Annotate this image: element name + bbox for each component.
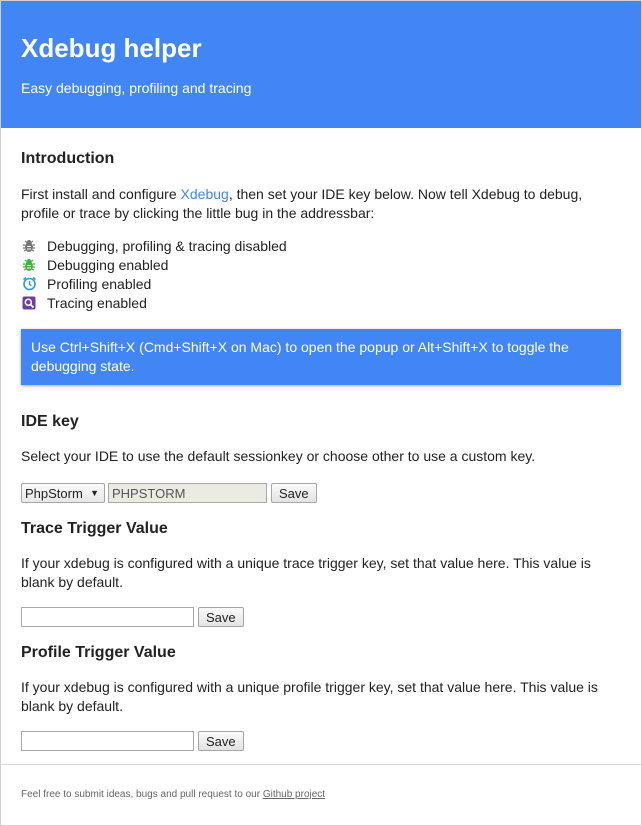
ide-key-description: Select your IDE to use the default sessi… — [21, 448, 536, 464]
footer: Feel free to submit ideas, bugs and pull… — [1, 764, 641, 800]
status-label: Debugging, profiling & tracing disabled — [47, 237, 287, 254]
profile-trigger-input[interactable] — [21, 731, 194, 751]
header: Xdebug helper Easy debugging, profiling … — [1, 1, 641, 128]
shortcut-notice: Use Ctrl+Shift+X (Cmd+Shift+X on Mac) to… — [21, 329, 621, 385]
magnifier-icon — [21, 295, 37, 311]
trace-trigger-row: Save — [21, 607, 621, 627]
intro-paragraph: First install and configure Xdebug, then… — [21, 185, 621, 223]
ide-select-value: PhpStorm — [25, 485, 83, 501]
status-label: Tracing enabled — [47, 294, 147, 311]
profile-trigger-save-button[interactable]: Save — [198, 731, 244, 751]
ide-key-save-button[interactable]: Save — [271, 483, 317, 503]
trace-trigger-description: If your xdebug is configured with a uniq… — [21, 555, 591, 590]
ide-key-heading: IDE key — [21, 413, 79, 430]
ide-select[interactable]: PhpStorm ▼ — [21, 483, 105, 503]
intro-heading: Introduction — [21, 150, 115, 167]
profile-trigger-description: If your xdebug is configured with a uniq… — [21, 679, 598, 714]
status-item-profiling: Profiling enabled — [21, 274, 621, 293]
bug-disabled-icon — [21, 238, 37, 254]
bug-enabled-icon — [21, 257, 37, 273]
trace-trigger-save-button[interactable]: Save — [198, 607, 244, 627]
github-project-link[interactable]: Github project — [263, 789, 325, 800]
status-item-disabled: Debugging, profiling & tracing disabled — [21, 236, 621, 255]
main-content: Introduction First install and configure… — [1, 149, 641, 751]
profile-trigger-heading: Profile Trigger Value — [21, 644, 176, 661]
ide-key-input[interactable] — [108, 483, 267, 503]
clock-icon — [21, 276, 37, 292]
trace-trigger-input[interactable] — [21, 607, 194, 627]
status-item-debugging: Debugging enabled — [21, 255, 621, 274]
status-label: Debugging enabled — [47, 256, 169, 273]
status-legend: Debugging, profiling & tracing disabled … — [21, 236, 621, 312]
intro-text-start: First install and configure — [21, 186, 181, 202]
xdebug-link[interactable]: Xdebug — [181, 186, 229, 202]
ide-key-row: PhpStorm ▼ Save — [21, 483, 621, 503]
profile-trigger-row: Save — [21, 731, 621, 751]
page-subtitle: Easy debugging, profiling and tracing — [21, 80, 252, 96]
footer-text: Feel free to submit ideas, bugs and pull… — [21, 789, 263, 800]
trace-trigger-heading: Trace Trigger Value — [21, 520, 168, 537]
page-title: Xdebug helper — [21, 33, 202, 63]
status-item-tracing: Tracing enabled — [21, 293, 621, 312]
dropdown-arrow-icon: ▼ — [90, 488, 99, 498]
status-label: Profiling enabled — [47, 275, 152, 292]
options-page: Xdebug helper Easy debugging, profiling … — [0, 0, 642, 826]
